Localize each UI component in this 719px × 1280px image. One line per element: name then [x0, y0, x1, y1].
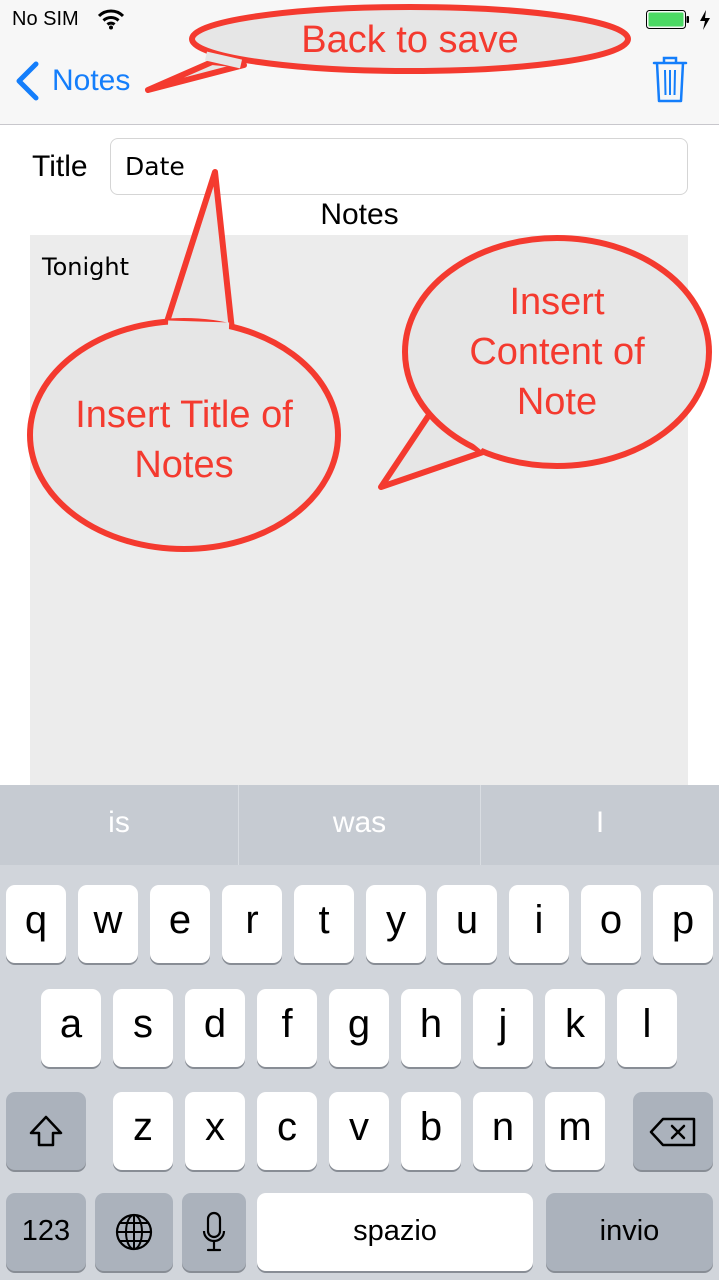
battery-icon	[646, 10, 689, 29]
suggestion-1[interactable]: is	[0, 785, 238, 865]
shift-icon	[29, 1115, 63, 1147]
key-f[interactable]: f	[257, 989, 317, 1067]
key-s[interactable]: s	[113, 989, 173, 1067]
key-c[interactable]: c	[257, 1092, 317, 1170]
numbers-key[interactable]: 123	[6, 1193, 86, 1271]
carrier-label: No SIM	[12, 8, 79, 30]
title-input[interactable]	[110, 138, 688, 195]
key-l[interactable]: l	[617, 989, 677, 1067]
suggestion-3[interactable]: I	[481, 785, 719, 865]
key-a[interactable]: a	[41, 989, 101, 1067]
key-d[interactable]: d	[185, 989, 245, 1067]
key-p[interactable]: p	[653, 885, 713, 963]
key-v[interactable]: v	[329, 1092, 389, 1170]
suggestion-2[interactable]: was	[239, 785, 480, 865]
key-n[interactable]: n	[473, 1092, 533, 1170]
shift-key[interactable]	[6, 1092, 86, 1170]
title-label: Title	[32, 150, 88, 183]
key-u[interactable]: u	[437, 885, 497, 963]
key-x[interactable]: x	[185, 1092, 245, 1170]
key-t[interactable]: t	[294, 885, 354, 963]
globe-key[interactable]	[95, 1193, 173, 1271]
key-g[interactable]: g	[329, 989, 389, 1067]
key-q[interactable]: q	[6, 885, 66, 963]
key-b[interactable]: b	[401, 1092, 461, 1170]
key-m[interactable]: m	[545, 1092, 605, 1170]
return-key[interactable]: invio	[546, 1193, 713, 1271]
wifi-icon	[98, 9, 124, 30]
notes-heading: Notes	[320, 198, 399, 231]
back-button[interactable]: Notes	[14, 58, 130, 104]
microphone-key[interactable]	[182, 1193, 246, 1271]
key-e[interactable]: e	[150, 885, 210, 963]
key-i[interactable]: i	[509, 885, 569, 963]
key-z[interactable]: z	[113, 1092, 173, 1170]
microphone-icon	[202, 1211, 226, 1252]
predictive-bar: is was I	[0, 785, 719, 865]
backspace-icon	[649, 1117, 696, 1147]
trash-icon[interactable]	[650, 54, 690, 104]
key-k[interactable]: k	[545, 989, 605, 1067]
key-w[interactable]: w	[78, 885, 138, 963]
key-o[interactable]: o	[581, 885, 641, 963]
globe-icon	[115, 1213, 153, 1251]
space-key[interactable]: spazio	[257, 1193, 533, 1271]
back-button-label: Notes	[52, 64, 131, 97]
key-r[interactable]: r	[222, 885, 282, 963]
charging-bolt-icon	[700, 10, 710, 30]
key-j[interactable]: j	[473, 989, 533, 1067]
delete-key[interactable]	[633, 1092, 713, 1170]
key-y[interactable]: y	[366, 885, 426, 963]
key-h[interactable]: h	[401, 989, 461, 1067]
notes-content-textarea[interactable]: Tonight	[30, 235, 688, 795]
chevron-left-icon	[16, 61, 39, 101]
